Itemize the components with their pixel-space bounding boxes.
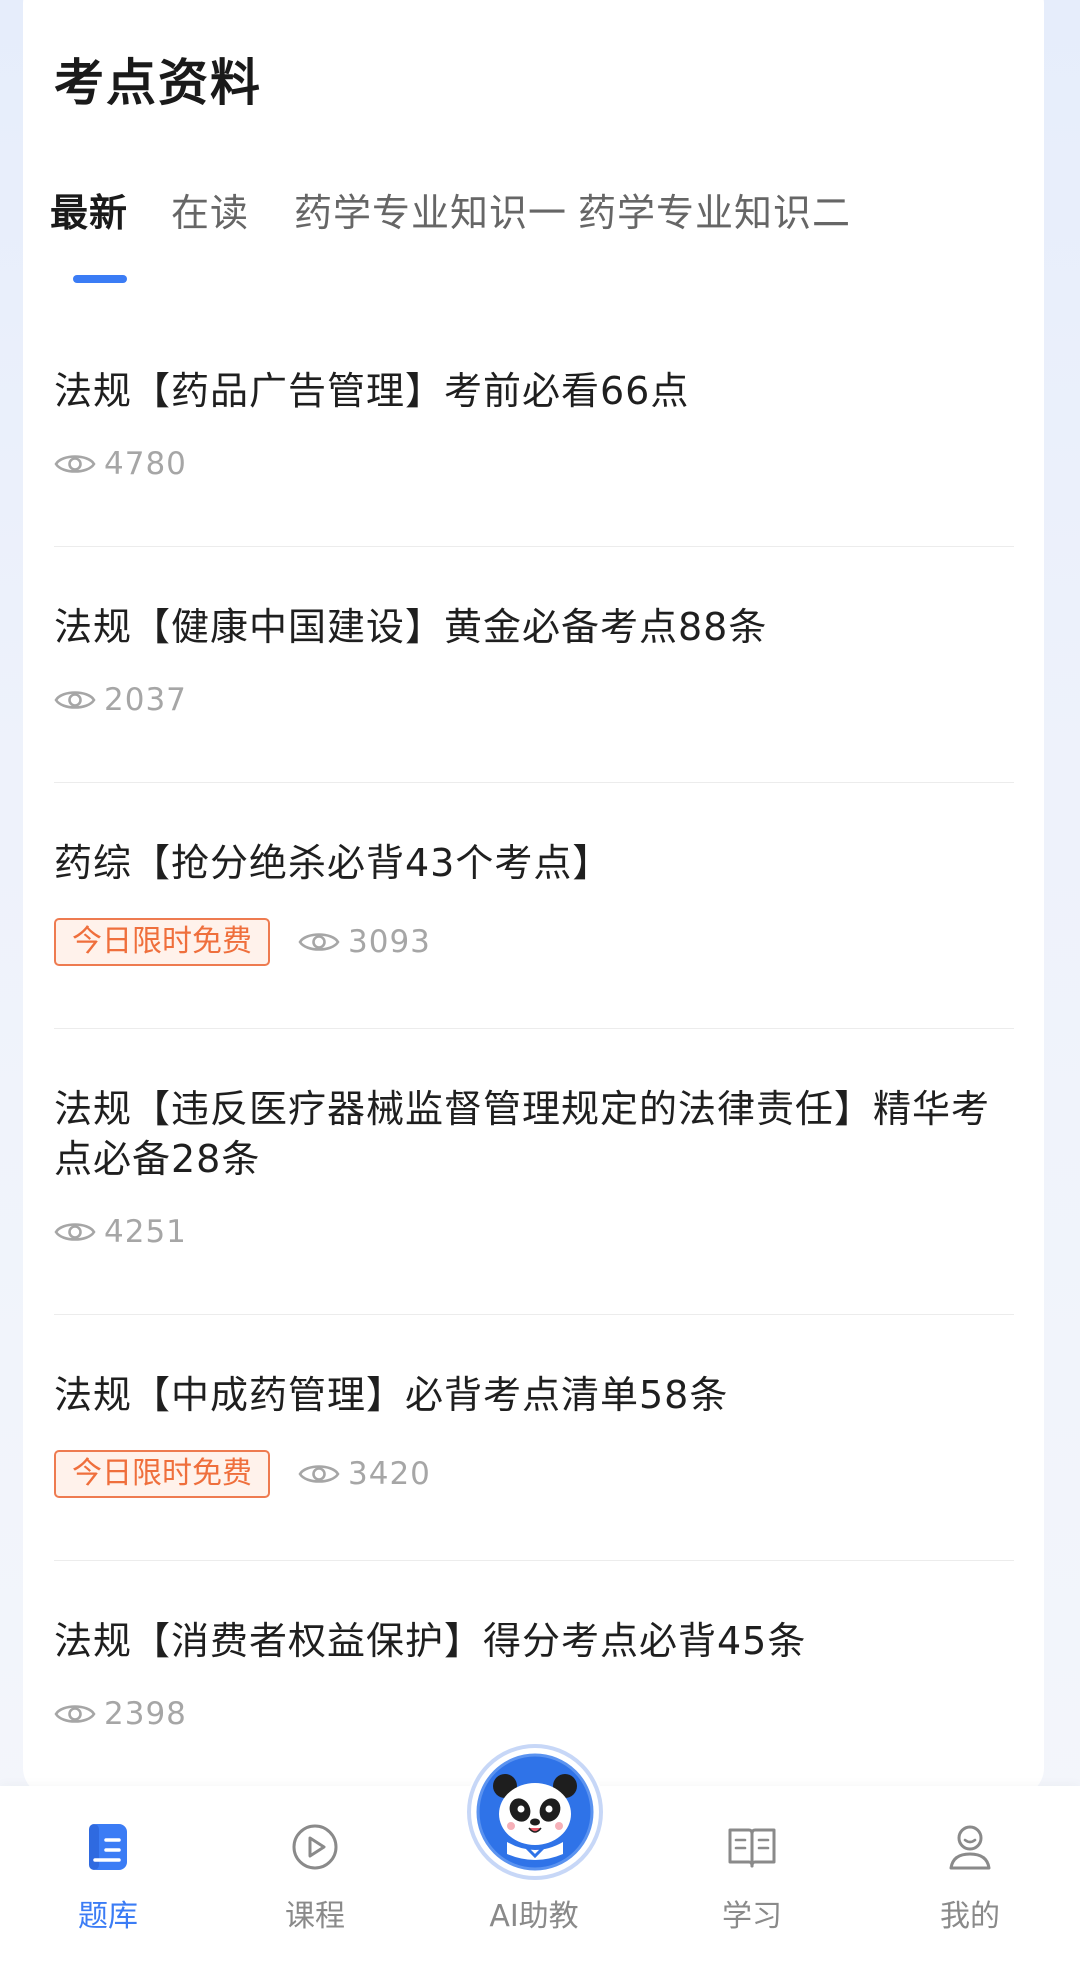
article-meta: 2398 (54, 1688, 1014, 1740)
article-title: 法规【中成药管理】必背考点清单58条 (54, 1373, 729, 1417)
free-today-badge: 今日限时免费 (54, 918, 270, 966)
view-count: 2037 (104, 682, 187, 718)
page-title: 考点资料 (54, 54, 262, 112)
divider (54, 1314, 1014, 1315)
article-meta: 今日限时免费 3093 (54, 916, 1014, 968)
nav-label: 题库 (78, 1899, 138, 1934)
article-item[interactable]: 法规【中成药管理】必背考点清单58条 今日限时免费 3420 (54, 1370, 1014, 1500)
nav-study[interactable]: 学习 (644, 1786, 860, 1962)
view-count: 2398 (104, 1696, 187, 1732)
article-title: 法规【违反医疗器械监督管理规定的法律责任】精华考点必备28条 (54, 1087, 991, 1181)
tab-pharmacy-knowledge-1[interactable]: 药学专业知识一 (294, 194, 567, 232)
eye-icon (298, 933, 340, 951)
active-tab-indicator (73, 275, 127, 283)
article-item[interactable]: 法规【药品广告管理】考前必看66点 4780 (54, 366, 1014, 490)
article-title: 药综【抢分绝杀必背43个考点】 (54, 841, 612, 885)
article-title: 法规【药品广告管理】考前必看66点 (54, 369, 690, 413)
category-tabs: 最新 在读 药学专业知识一 药学专业知识二 (23, 176, 1044, 296)
view-count: 4251 (104, 1214, 187, 1250)
divider (54, 1560, 1014, 1561)
question-bank-icon (89, 1824, 127, 1870)
divider (54, 546, 1014, 547)
panda-ai-assistant-icon (467, 1744, 603, 1880)
article-item[interactable]: 法规【消费者权益保护】得分考点必背45条 2398 (54, 1616, 1014, 1740)
nav-question-bank[interactable]: 题库 (0, 1786, 216, 1962)
user-profile-icon (949, 1825, 991, 1870)
eye-icon (54, 1223, 96, 1241)
article-title: 法规【健康中国建设】黄金必备考点88条 (54, 605, 768, 649)
ai-assistant-avatar-button[interactable] (465, 1742, 605, 1882)
nav-label: AI助教 (489, 1899, 579, 1934)
article-meta: 4780 (54, 438, 1014, 490)
nav-mine[interactable]: 我的 (862, 1786, 1078, 1962)
view-count: 4780 (104, 446, 187, 482)
article-title: 法规【消费者权益保护】得分考点必背45条 (54, 1619, 807, 1663)
article-item[interactable]: 药综【抢分绝杀必背43个考点】 今日限时免费 3093 (54, 838, 1014, 968)
view-count: 3093 (348, 924, 431, 960)
eye-icon (54, 1705, 96, 1723)
eye-icon (54, 455, 96, 473)
eye-icon (54, 691, 96, 709)
nav-label: 课程 (285, 1899, 345, 1934)
nav-label: 我的 (940, 1899, 1000, 1934)
divider (54, 1028, 1014, 1029)
free-today-badge: 今日限时免费 (54, 1450, 270, 1498)
article-meta: 2037 (54, 674, 1014, 726)
article-meta: 今日限时免费 3420 (54, 1448, 1014, 1500)
article-meta: 4251 (54, 1206, 1014, 1258)
eye-icon (298, 1465, 340, 1483)
open-book-icon (728, 1828, 776, 1868)
tab-pharmacy-knowledge-2[interactable]: 药学专业知识二 (578, 194, 851, 232)
content-card: 考点资料 最新 在读 药学专业知识一 药学专业知识二 法规【药品广告管理】考前必… (23, 0, 1044, 1796)
play-course-icon (292, 1824, 338, 1870)
nav-label: 学习 (722, 1899, 782, 1934)
article-item[interactable]: 法规【健康中国建设】黄金必备考点88条 2037 (54, 602, 1014, 726)
tab-reading[interactable]: 在读 (171, 194, 249, 232)
tab-latest[interactable]: 最新 (50, 194, 128, 232)
nav-courses[interactable]: 课程 (207, 1786, 423, 1962)
divider (54, 782, 1014, 783)
article-item[interactable]: 法规【违反医疗器械监督管理规定的法律责任】精华考点必备28条 4251 (54, 1084, 1014, 1258)
view-count: 3420 (348, 1456, 431, 1492)
